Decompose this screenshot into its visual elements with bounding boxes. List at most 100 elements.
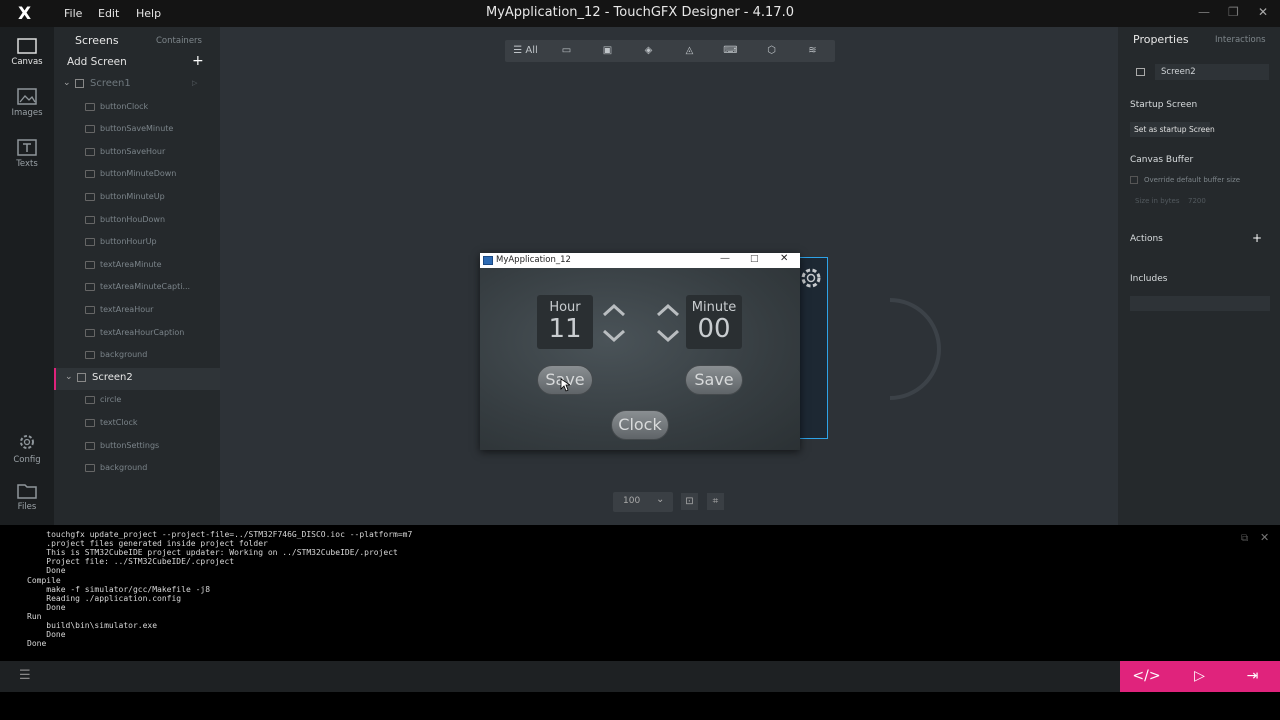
tree-widget-label: textAreaMinute [100, 259, 162, 269]
chevron-down-icon[interactable]: ⌄ [65, 372, 73, 382]
play-icon[interactable]: ▷ [192, 79, 197, 87]
tree-screen1-label: Screen1 [90, 78, 131, 89]
shape-widget-icon[interactable]: ◬ [669, 40, 710, 62]
app-icon [483, 256, 493, 265]
hour-value: 11 [548, 314, 582, 344]
container-widget-icon[interactable]: ◈ [628, 40, 669, 62]
tree-widget-item[interactable]: buttonMinuteUp [54, 187, 220, 210]
hour-up-button[interactable] [601, 300, 627, 320]
circle-widget-preview[interactable] [880, 298, 944, 400]
tree-widget-label: buttonSettings [100, 440, 160, 450]
minute-box: Minute 00 [686, 295, 742, 349]
console-close-icon[interactable]: ✕ [1260, 531, 1269, 544]
zoom-select[interactable]: 100 ⌄ [613, 492, 673, 512]
tree-screen1[interactable]: ⌄ Screen1 ▷ [54, 74, 220, 97]
tree-widget-item[interactable]: textAreaHourCaption [54, 323, 220, 346]
minute-up-button[interactable] [655, 300, 681, 320]
tree-widget-item[interactable]: background [54, 458, 220, 481]
minute-down-button[interactable] [655, 326, 681, 346]
tree-widget-item[interactable]: buttonHourUp [54, 232, 220, 255]
console-line: Done [27, 566, 66, 576]
tree-widget-item[interactable]: textAreaMinuteCapti... [54, 277, 220, 300]
tree-widget-item[interactable]: background [54, 345, 220, 368]
override-checkbox[interactable] [1130, 176, 1138, 184]
properties-panel: Properties Interactions Screen2 Startup … [1118, 27, 1280, 525]
minute-caption: Minute [691, 300, 737, 315]
image-widget-icon[interactable]: ▣ [587, 40, 628, 62]
chevron-down-icon[interactable]: ⌄ [63, 78, 71, 88]
nav-texts-label: Texts [16, 159, 38, 169]
nav-images-label: Images [11, 108, 43, 118]
screen2-preview[interactable] [796, 257, 828, 439]
screen-name-input[interactable]: Screen2 [1155, 64, 1269, 80]
size-value: 7200 [1188, 197, 1206, 205]
console-line: Done [27, 602, 66, 612]
filter-all-button[interactable]: ☰ All [505, 40, 546, 62]
texts-icon [17, 139, 37, 156]
log-toggle-icon[interactable]: ☰ [19, 668, 31, 683]
nav-files[interactable]: Files [0, 482, 54, 512]
tree-widget-item[interactable]: circle [54, 390, 220, 413]
nav-canvas[interactable]: Canvas [0, 38, 54, 67]
nav-canvas-label: Canvas [11, 57, 43, 67]
includes-input[interactable] [1130, 296, 1270, 311]
run-simulator-button[interactable]: ▷ [1173, 661, 1226, 692]
console-detach-icon[interactable]: ⧉ [1241, 533, 1248, 544]
widget-icon [85, 396, 95, 405]
add-action-button[interactable]: + [1252, 231, 1262, 245]
3d-widget-icon[interactable]: ⬡ [751, 40, 792, 62]
tree-widget-item[interactable]: buttonSettings [54, 436, 220, 459]
sim-close-icon[interactable]: ✕ [780, 253, 788, 264]
simulator-screen: Hour 11 Minute 00 Save Save Clock [480, 268, 800, 450]
clock-button[interactable]: Clock [611, 410, 669, 440]
widget-icon [85, 283, 95, 292]
tree-widget-label: textAreaHourCaption [100, 327, 185, 337]
sim-maximize-icon[interactable]: □ [750, 254, 759, 264]
tree-widget-item[interactable]: buttonMinuteDown [54, 164, 220, 187]
crop-icon[interactable]: ⌗ [707, 493, 724, 510]
add-screen-button[interactable]: + [192, 53, 204, 69]
nav-config[interactable]: Config [0, 432, 54, 465]
maximize-icon[interactable]: ❐ [1228, 5, 1239, 19]
save-minute-button[interactable]: Save [685, 365, 743, 395]
button-widget-icon[interactable]: ▭ [546, 40, 587, 62]
tree-widget-item[interactable]: textClock [54, 413, 220, 436]
generate-code-button[interactable]: </> [1120, 661, 1173, 692]
tab-properties[interactable]: Properties [1133, 33, 1189, 46]
widget-icon [85, 328, 95, 337]
nav-images[interactable]: Images [0, 88, 54, 118]
hour-down-button[interactable] [601, 326, 627, 346]
widget-icon [85, 170, 95, 179]
tree-widget-item[interactable]: buttonSaveHour [54, 142, 220, 165]
title-bar: X File Edit Help MyApplication_12 - Touc… [0, 0, 1280, 27]
tree-widget-item[interactable]: buttonSaveMinute [54, 119, 220, 142]
fit-screen-icon[interactable]: ⊡ [681, 493, 698, 510]
keyboard-widget-icon[interactable]: ⌨ [710, 40, 751, 62]
tree-widget-item[interactable]: textAreaHour [54, 300, 220, 323]
tab-interactions[interactable]: Interactions [1215, 35, 1266, 45]
simulator-title: MyApplication_12 [496, 255, 571, 265]
tab-screens[interactable]: Screens [75, 34, 119, 47]
sim-minimize-icon[interactable]: — [720, 253, 730, 264]
nav-config-label: Config [13, 455, 41, 465]
filter-all-label: All [525, 45, 538, 56]
run-target-button[interactable]: ⇥ [1226, 661, 1279, 692]
layers-widget-icon[interactable]: ≋ [792, 40, 833, 62]
close-icon[interactable]: ✕ [1258, 5, 1268, 19]
tree-widget-item[interactable]: buttonClock [54, 97, 220, 120]
action-bar: </> ▷ ⇥ [1120, 661, 1280, 692]
console-line: .project files generated inside project … [27, 539, 268, 549]
minimize-icon[interactable]: — [1198, 5, 1210, 19]
set-startup-button[interactable]: Set as startup Screen [1130, 122, 1215, 137]
tree-widget-label: buttonMinuteDown [100, 169, 177, 179]
tree-widget-label: textAreaMinuteCapti... [100, 282, 191, 292]
settings-gear-icon[interactable] [799, 266, 823, 290]
add-screen-label[interactable]: Add Screen [67, 56, 127, 68]
tree-widget-item[interactable]: textAreaMinute [54, 255, 220, 278]
nav-texts[interactable]: Texts [0, 139, 54, 169]
simulator-window[interactable]: MyApplication_12 — □ ✕ Hour 11 Minute 00… [480, 253, 800, 450]
tree-widget-item[interactable]: buttonHouDown [54, 210, 220, 233]
widget-icon [85, 464, 95, 473]
tab-containers[interactable]: Containers [156, 36, 202, 46]
tree-screen2[interactable]: ⌄ Screen2 [54, 367, 220, 391]
